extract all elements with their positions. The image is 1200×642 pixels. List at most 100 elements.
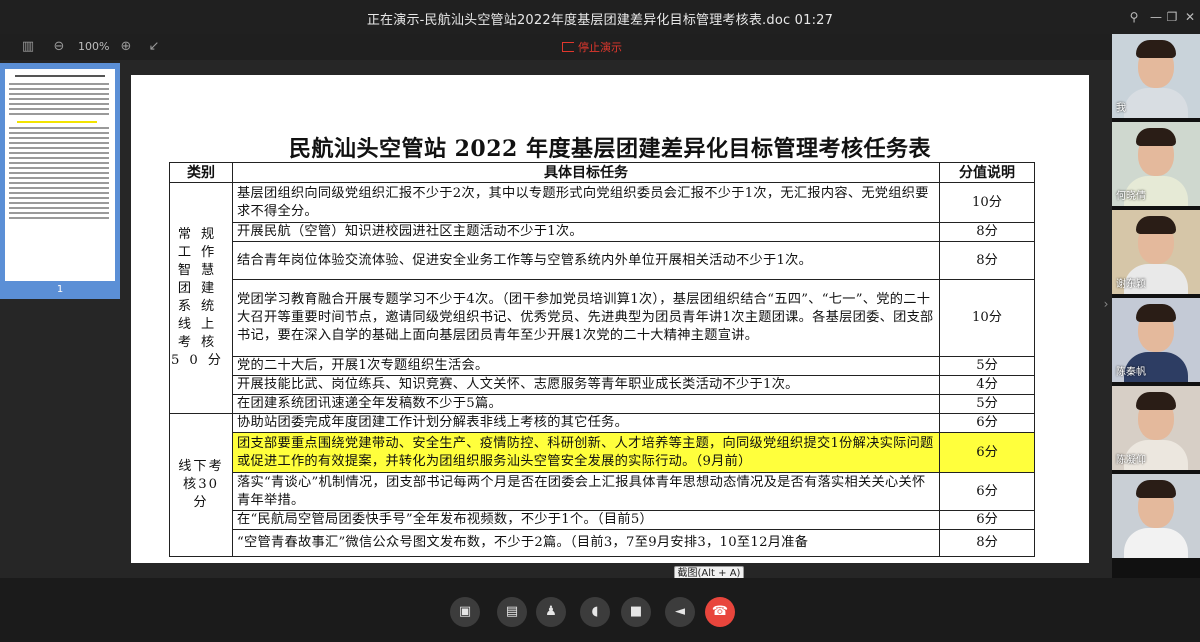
table-row: 落实“青谈心”机制情况，团支部书记每两个月是否在团委会上汇报具体青年思想动态情况… [170, 472, 1035, 511]
task-cell: 党团学习教育融合开展专题学习不少于4次。（团干参加党员培训算1次），基层团组织结… [232, 279, 940, 357]
task-cell: 落实“青谈心”机制情况，团支部书记每两个月是否在团委会上汇报具体青年思想动态情况… [232, 472, 940, 511]
score-cell: 8分 [939, 222, 1035, 242]
table-row: 开展技能比武、岗位练兵、知识竞赛、人文关怀、志愿服务等青年职业成长类活动不少于1… [170, 375, 1035, 395]
task-cell: 在“民航局空管局团委快手号”全年发布视频数，不少于1个。（目前5） [232, 510, 940, 530]
table-body: 常规工作智慧团建系统线上考核50分 基层团组织向同级党组织汇报不少于2次，其中以专… [169, 182, 1035, 557]
participant-video-tile[interactable] [1112, 474, 1200, 558]
zoom-in-icon[interactable]: ⊕ [117, 38, 135, 56]
zoom-out-icon[interactable]: ⊖ [50, 38, 68, 56]
collapse-participants-icon[interactable]: › [1100, 294, 1112, 314]
table-row: 在“民航局空管局团委快手号”全年发布视频数，不少于1个。（目前5） 6分 [170, 510, 1035, 530]
participant-name: 我 [1116, 103, 1126, 114]
header-score: 分值说明 [939, 162, 1035, 183]
shrink-icon[interactable]: ↙ [145, 38, 163, 56]
category-cell: 线下考核30分 [169, 413, 233, 557]
microphone-icon: ◖ [591, 604, 599, 619]
camera-button[interactable]: ■ [621, 597, 651, 627]
participant-hair [1136, 480, 1176, 498]
hang-up-button[interactable]: ☎ [705, 597, 735, 627]
thumbnail-page-number: 1 [56, 284, 64, 295]
participant-body [1124, 528, 1188, 558]
speaker-button[interactable]: ◄ [665, 597, 695, 627]
participant-name: 谢东颖 [1116, 279, 1146, 290]
participant-body [1124, 88, 1188, 118]
table-row: 党的二十大后，开展1次专题组织生活会。 5分 [170, 356, 1035, 376]
zoom-level: 100% [78, 40, 110, 53]
close-icon[interactable]: ✕ [1180, 7, 1200, 27]
task-cell: “空管青春故事汇”微信公众号图文发布数，不少于2篇。（目前3，7至9月安排3，1… [232, 529, 940, 557]
participant-video-tile[interactable]: 何晓倩 [1112, 122, 1200, 206]
sidebar-toggle-icon[interactable]: ▥ [19, 38, 37, 56]
participant-video-tile[interactable]: 我 [1112, 34, 1200, 118]
share-file-button[interactable]: ▤ [497, 597, 527, 627]
score-cell: 10分 [939, 182, 1035, 223]
share-screen-button[interactable]: ▣ [450, 597, 480, 627]
participant-hair [1136, 216, 1176, 234]
screenshot-tooltip: 截图(Alt + A) [674, 566, 744, 578]
score-cell: 6分 [939, 510, 1035, 530]
score-cell: 6分 [939, 432, 1035, 473]
task-cell: 协助站团委完成年度团建工作计划分解表非线上考核的其它任务。 [232, 413, 940, 433]
task-cell: 开展技能比武、岗位练兵、知识竞赛、人文关怀、志愿服务等青年职业成长类活动不少于1… [232, 375, 940, 395]
thumbnail-preview [5, 69, 115, 281]
score-cell: 5分 [939, 356, 1035, 376]
participant-hair [1136, 128, 1176, 146]
meeting-controls: ▣ ▤ ♟ ◖ ■ ◄ ☎ [0, 578, 1200, 642]
table-header-row: 类别 具体目标任务 分值说明 [169, 162, 1035, 183]
task-cell: 党的二十大后，开展1次专题组织生活会。 [232, 356, 940, 376]
header-task: 具体目标任务 [232, 162, 940, 183]
add-member-button[interactable]: ♟ [536, 597, 566, 627]
table-row: 常规工作智慧团建系统线上考核50分 基层团组织向同级党组织汇报不少于2次，其中以专… [169, 182, 1035, 414]
participant-name: 陈秦帆 [1116, 367, 1146, 378]
thumbnail-panel: 1 [0, 60, 120, 578]
task-cell: 基层团组织向同级党组织汇报不少于2次，其中以专题形式向党组织委员会汇报不少于1次… [232, 182, 940, 223]
table-row: 线下考核30分 协助站团委完成年度团建工作计划分解表非线上考核的其它任务。 6分 [169, 413, 1035, 557]
participant-hair [1136, 40, 1176, 58]
page-thumbnail[interactable]: 1 [0, 63, 120, 299]
table-row: 在团建系统团讯速递全年发稿数不少于5篇。 5分 [170, 394, 1035, 414]
score-cell: 5分 [939, 394, 1035, 414]
document-viewport[interactable]: 民航汕头空管站 2022 年度基层团建差异化目标管理考核任务表 类别 具体目标任… [120, 60, 1112, 578]
restore-icon[interactable]: ❐ [1162, 7, 1182, 27]
camera-icon: ■ [629, 604, 643, 619]
header-category: 类别 [169, 162, 233, 183]
score-cell: 6分 [939, 472, 1035, 511]
meeting-app-window: 正在演示-民航汕头空管站2022年度基层团建差异化目标管理考核表.doc 01:… [0, 0, 1200, 642]
exit-icon [562, 42, 574, 52]
category-label: 线下考核30分 [178, 459, 224, 510]
participant-video-tile[interactable]: 陈凝仰 [1112, 386, 1200, 470]
participant-hair [1136, 392, 1176, 410]
hang-up-icon: ☎ [711, 604, 729, 619]
share-screen-icon: ▣ [458, 604, 472, 619]
score-cell: 4分 [939, 375, 1035, 395]
table-row: 党团学习教育融合开展专题学习不少于4次。（团干参加党员培训算1次），基层团组织结… [170, 279, 1035, 357]
table-row: “空管青春故事汇”微信公众号图文发布数，不少于2篇。（目前3，7至9月安排3，1… [170, 529, 1035, 557]
stop-presenting-button[interactable]: 停止演示 [562, 39, 622, 55]
score-cell: 8分 [939, 529, 1035, 557]
folder-icon: ▤ [505, 604, 519, 619]
task-cell: 结合青年岗位体验交流体验、促进安全业务工作等与空管系统内外单位开展相关活动不少于… [232, 241, 940, 280]
task-table: 类别 具体目标任务 分值说明 常规工作智慧团建系统线上考核50分 基层团组织向同级… [169, 162, 1035, 557]
category-label: 常规工作智慧团建系统线上考核50分 [171, 227, 231, 368]
add-user-icon: ♟ [545, 604, 557, 619]
microphone-button[interactable]: ◖ [580, 597, 610, 627]
viewer-toolbar: ▥ ⊖ 100% ⊕ ↙ 停止演示 [0, 34, 1112, 60]
stop-presenting-label: 停止演示 [578, 41, 622, 54]
participant-panel: 我何晓倩谢东颖陈秦帆陈凝仰 [1112, 34, 1200, 578]
score-cell: 10分 [939, 279, 1035, 357]
category-cell: 常规工作智慧团建系统线上考核50分 [169, 182, 233, 414]
speaker-icon: ◄ [675, 604, 685, 619]
score-cell: 8分 [939, 241, 1035, 280]
task-cell: 在团建系统团讯速递全年发稿数不少于5篇。 [232, 394, 940, 414]
score-cell: 6分 [939, 413, 1035, 433]
pin-icon[interactable]: ⚲ [1124, 7, 1144, 27]
participant-video-tile[interactable]: 陈秦帆 [1112, 298, 1200, 382]
task-cell: 团支部要重点围绕党建带动、安全生产、疫情防控、科研创新、人才培养等主题，向同级党… [232, 432, 940, 473]
participant-name: 何晓倩 [1116, 191, 1146, 202]
document-page: 民航汕头空管站 2022 年度基层团建差异化目标管理考核任务表 类别 具体目标任… [131, 75, 1089, 563]
task-cell: 开展民航（空管）知识进校园进社区主题活动不少于1次。 [232, 222, 940, 242]
window-title: 正在演示-民航汕头空管站2022年度基层团建差异化目标管理考核表.doc 01:… [366, 13, 834, 28]
title-bar: 正在演示-民航汕头空管站2022年度基层团建差异化目标管理考核表.doc 01:… [0, 0, 1200, 34]
participant-video-tile[interactable]: 谢东颖 [1112, 210, 1200, 294]
table-row: 团支部要重点围绕党建带动、安全生产、疫情防控、科研创新、人才培养等主题，向同级党… [170, 432, 1035, 473]
